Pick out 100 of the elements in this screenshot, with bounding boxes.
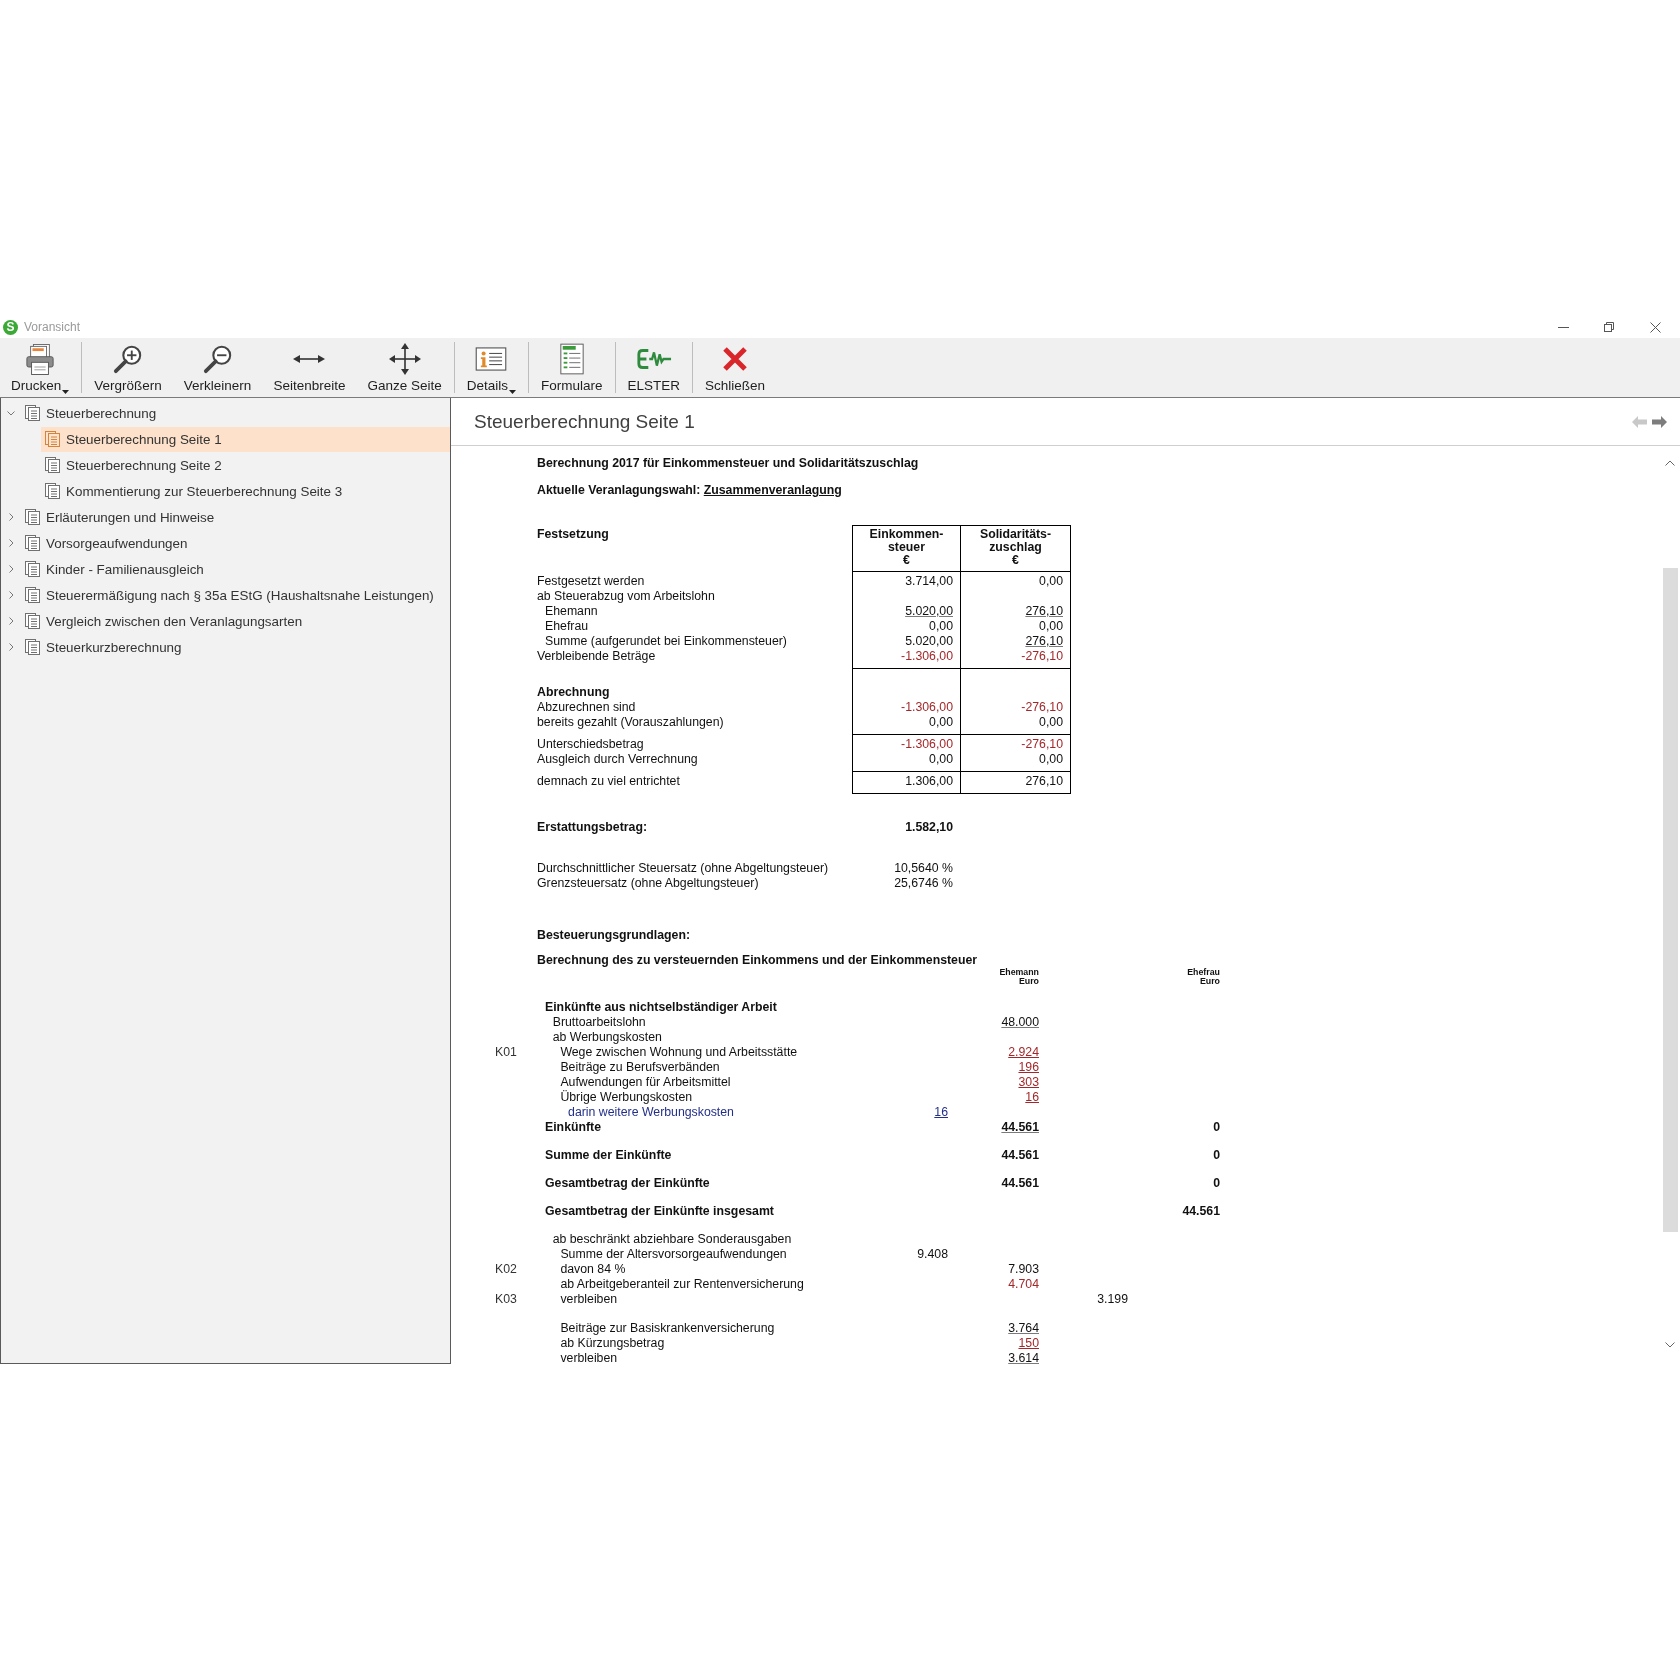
elster-button[interactable]: ELSTER xyxy=(616,338,692,397)
row-label: Gesamtbetrag der Einkünfte insgesamt xyxy=(545,1204,774,1218)
amount: -276,10 xyxy=(1021,737,1063,751)
unit-label: Euro xyxy=(1199,976,1220,985)
amount: 3.614 xyxy=(1008,1351,1039,1364)
row-code: K01 xyxy=(495,1045,517,1059)
row-label: ab beschränkt abziehbare Sonderausgaben xyxy=(552,1232,792,1246)
column-header: Ehefrau xyxy=(1187,968,1220,977)
unit-label: € xyxy=(1012,553,1019,567)
zoom-out-button[interactable]: Verkleinern xyxy=(172,338,263,397)
amount: -1.306,00 xyxy=(901,737,953,751)
row-label: Summe der Altersvorsorgeaufwendungen xyxy=(560,1247,787,1261)
document-icon xyxy=(25,639,40,655)
amount: 16 xyxy=(934,1105,948,1119)
tree-item[interactable]: Vergleich zwischen den Veranlagungsarten xyxy=(21,608,450,634)
amount: 9.408 xyxy=(917,1247,948,1261)
amount: 44.561 xyxy=(1001,1120,1039,1134)
tree-item[interactable]: Steuerkurzberechnung xyxy=(21,634,450,660)
amount: 3.199 xyxy=(1097,1292,1128,1306)
row-label: ab Werbungskosten xyxy=(552,1030,662,1044)
window-title: Voransicht xyxy=(24,320,81,334)
row-label: Aufwendungen für Arbeitsmittel xyxy=(560,1075,731,1089)
row-label: Einkünfte xyxy=(545,1120,602,1134)
horizontal-arrows-icon xyxy=(293,353,326,365)
amount: 0,00 xyxy=(1039,715,1063,729)
row-label: Beiträge zur Basiskrankenversicherung xyxy=(560,1321,775,1335)
restore-icon xyxy=(1604,322,1614,332)
details-button[interactable]: Details xyxy=(455,338,527,397)
chevron-right-icon[interactable] xyxy=(7,539,15,547)
unit-label: € xyxy=(903,553,910,567)
amount: 0 xyxy=(1213,1120,1220,1134)
amount: 16 xyxy=(1025,1090,1039,1104)
chevron-right-icon[interactable] xyxy=(7,591,15,599)
whole-page-button[interactable]: Ganze Seite xyxy=(356,338,453,397)
row-label: Wege zwischen Wohnung und Arbeitsstätte xyxy=(560,1045,798,1059)
amount: -276,10 xyxy=(1021,700,1063,714)
tree-item[interactable]: Steuerermäßigung nach § 35a EStG (Haushaltsnahe Leistungen) xyxy=(21,582,450,608)
amount: 3.764 xyxy=(1008,1321,1039,1335)
tree-item[interactable]: Kommentierung zur Steuerberechnung Seite 3 xyxy=(41,478,450,504)
document-icon xyxy=(25,509,40,525)
amount: 150 xyxy=(1018,1336,1039,1350)
forward-arrow-icon[interactable] xyxy=(1652,415,1667,428)
chevron-right-icon[interactable] xyxy=(7,513,15,521)
print-button[interactable]: Drucken xyxy=(0,338,81,397)
forms-button[interactable]: Formulare xyxy=(530,338,614,397)
row-label: Übrige Werbungskosten xyxy=(560,1090,693,1104)
amount: 1.306,00 xyxy=(905,774,953,788)
page-width-button[interactable]: Seitenbreite xyxy=(262,338,357,397)
row-label: Festgesetzt werden xyxy=(537,574,645,588)
amount: -276,10 xyxy=(1021,649,1063,663)
chevron-down-icon[interactable] xyxy=(7,409,15,417)
column-header: Solidaritäts- zuschlag xyxy=(978,528,1053,554)
close-button[interactable]: Schließen xyxy=(694,338,777,397)
document-icon xyxy=(25,587,40,603)
zoom-in-icon xyxy=(113,344,144,374)
amount: 196 xyxy=(1018,1060,1039,1074)
chevron-right-icon[interactable] xyxy=(7,617,15,625)
tree-item[interactable]: Steuerberechnung xyxy=(21,400,450,426)
scrollbar-thumb[interactable] xyxy=(1662,568,1678,1232)
tree-item[interactable]: Steuerberechnung Seite 2 xyxy=(41,452,450,478)
tree-item[interactable]: Erläuterungen und Hinweise xyxy=(21,504,450,530)
row-label: Abzurechnen sind xyxy=(537,700,636,714)
row-code: K02 xyxy=(495,1262,517,1276)
row-label: Abrechnung xyxy=(537,685,610,699)
tree-item[interactable]: Steuerberechnung Seite 1 xyxy=(41,426,450,452)
document-icon xyxy=(45,483,60,499)
amount: 44.561 xyxy=(1001,1148,1039,1162)
amount: 276,10 xyxy=(1025,634,1063,648)
amount: 0 xyxy=(1213,1176,1220,1190)
app-logo: S xyxy=(3,319,18,335)
zoom-in-button[interactable]: Vergrößern xyxy=(83,338,173,397)
row-label: davon 84 % xyxy=(560,1262,626,1276)
chevron-right-icon[interactable] xyxy=(7,643,15,651)
assessment-label: Aktuelle Veranlagungswahl: xyxy=(537,483,701,497)
scroll-up-icon[interactable] xyxy=(1665,460,1675,466)
tree-item[interactable]: Kinder - Familienausgleich xyxy=(21,556,450,582)
row-label: verbleiben xyxy=(560,1292,618,1306)
amount: 5.020,00 xyxy=(905,604,953,618)
row-label: Beiträge zu Berufsverbänden xyxy=(560,1060,720,1074)
amount: 5.020,00 xyxy=(905,634,953,648)
row-label: Ausgleich durch Verrechnung xyxy=(537,752,698,766)
assessment-value: Zusammenveranlagung xyxy=(703,483,842,497)
rate-label: Durchschnittlicher Steuersatz (ohne Abgeltungsteuer) xyxy=(537,861,830,876)
row-label: Einkünfte aus nichtselbständiger Arbeit xyxy=(545,1000,777,1014)
amount: 0,00 xyxy=(929,752,953,766)
section-heading: Berechnung des zu versteuernden Einkommens und der Einkommensteuer xyxy=(537,953,978,967)
amount: 0,00 xyxy=(929,715,953,729)
form-icon xyxy=(558,343,585,375)
section-title: Festsetzung xyxy=(537,527,609,541)
amount: 0,00 xyxy=(1039,752,1063,766)
row-label: Summe (aufgerundet bei Einkommensteuer) xyxy=(545,634,787,648)
tree-item[interactable]: Vorsorgeaufwendungen xyxy=(21,530,450,556)
amount: 48.000 xyxy=(1001,1015,1039,1029)
amount: 303 xyxy=(1018,1075,1039,1089)
chevron-right-icon[interactable] xyxy=(7,565,15,573)
scroll-down-icon[interactable] xyxy=(1665,1342,1675,1348)
wave-logo-icon xyxy=(635,347,672,371)
row-label: ab Arbeitgeberanteil zur Rentenversicherung xyxy=(560,1277,804,1291)
amount: 0,00 xyxy=(1039,619,1063,633)
document-icon xyxy=(45,431,60,447)
